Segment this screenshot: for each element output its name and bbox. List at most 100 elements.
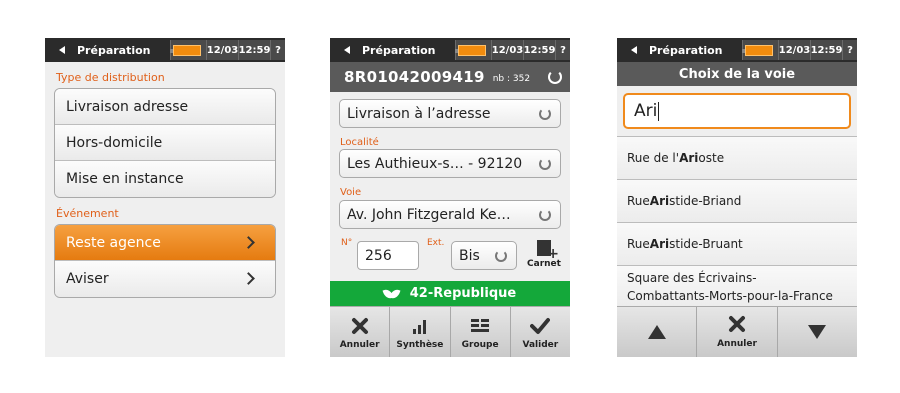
help-button[interactable]: ? <box>270 40 285 60</box>
voie-value: Av. John Fitzgerald Ke… <box>347 206 511 223</box>
number-label: N° <box>341 238 353 248</box>
event-label: Événement <box>56 207 119 220</box>
status-bar: Préparation 12/03 12:59 ? <box>330 38 570 62</box>
battery-icon <box>170 40 206 60</box>
status-date: 12/03 <box>491 40 523 60</box>
battery-icon <box>455 40 491 60</box>
back-arrow-icon <box>59 46 65 54</box>
status-time: 12:59 <box>238 40 270 60</box>
ext-label: Ext. <box>427 238 445 248</box>
validate-button[interactable]: Valider <box>511 307 570 357</box>
locality-value: Les Authieux-s… - 92120 <box>347 155 523 172</box>
chevron-right-icon <box>242 272 255 285</box>
result-line-1: Square des Écrivains- <box>627 270 757 285</box>
back-button[interactable]: Préparation <box>45 38 170 62</box>
item-count: nb : 352 <box>492 74 531 84</box>
cancel-label: Annuler <box>339 339 380 350</box>
address-screen: Préparation 12/03 12:59 ? 8R01042009419 … <box>330 38 570 357</box>
number-input[interactable]: 256 <box>357 241 419 270</box>
distribution-options: Livraison adresse Hors-domicile Mise en … <box>54 88 276 198</box>
back-arrow-icon <box>631 46 637 54</box>
group-icon <box>470 315 490 337</box>
street-search-input[interactable]: Ari <box>623 93 851 129</box>
search-value: Ari <box>634 101 658 121</box>
battery-icon <box>742 40 778 60</box>
navigation-toolbar: Annuler <box>617 306 857 357</box>
leaf-icon <box>384 288 400 300</box>
street-result-item[interactable]: Rue de l' Ari oste <box>617 136 857 179</box>
locality-select[interactable]: Les Authieux-s… - 92120 <box>339 149 561 178</box>
chevron-right-icon <box>242 236 255 249</box>
result-text-match: Ari <box>679 151 699 165</box>
cancel-label: Annuler <box>717 339 757 349</box>
carnet-button[interactable]: Carnet <box>522 238 566 274</box>
option-reste-agence[interactable]: Reste agence <box>55 225 275 261</box>
option-livraison-adresse[interactable]: Livraison adresse <box>55 89 275 125</box>
cancel-button[interactable]: Annuler <box>330 307 391 357</box>
status-time: 12:59 <box>523 40 555 60</box>
refresh-icon <box>539 158 551 170</box>
street-results-list: Rue de l' Ari oste Rue Ari stide-Briand Rue… <box>617 136 857 307</box>
group-button[interactable]: Groupe <box>451 307 511 357</box>
option-aviser-label: Aviser <box>66 271 109 287</box>
refresh-icon <box>539 209 551 221</box>
ext-select[interactable]: Bis <box>451 241 517 270</box>
voie-select[interactable]: Av. John Fitzgerald Ke… <box>339 200 561 229</box>
result-text-match: Ari <box>649 237 670 251</box>
validate-label: Valider <box>522 339 559 350</box>
result-text-pre: Rue de l' <box>627 151 680 165</box>
back-arrow-icon <box>344 46 350 54</box>
help-button[interactable]: ? <box>842 40 857 60</box>
back-button[interactable]: Préparation <box>617 38 742 62</box>
screen-title: Choix de la voie <box>617 62 857 86</box>
delivery-type-value: Livraison à l’adresse <box>347 105 491 122</box>
add-document-icon <box>537 240 559 262</box>
tournee-bar: 42-Republique <box>330 281 570 306</box>
delivery-type-select[interactable]: Livraison à l’adresse <box>339 99 561 128</box>
option-mise-en-instance[interactable]: Mise en instance <box>55 161 275 197</box>
option-hors-domicile[interactable]: Hors-domicile <box>55 125 275 161</box>
status-bar: Préparation 12/03 12:59 ? <box>617 38 857 62</box>
tournee-label: 42-Republique <box>409 286 517 301</box>
close-icon <box>351 315 369 337</box>
synthesis-button[interactable]: Synthèse <box>390 307 451 357</box>
checkmark-icon <box>530 315 551 337</box>
street-result-item[interactable]: Square des Écrivains- Combattants-Morts-… <box>617 265 857 307</box>
option-aviser[interactable]: Aviser <box>55 261 275 297</box>
tracking-number: 8R01042009419 <box>344 68 485 86</box>
scroll-up-button[interactable] <box>617 307 698 357</box>
status-date: 12/03 <box>778 40 810 60</box>
arrow-up-icon <box>647 325 666 339</box>
street-result-item[interactable]: Rue Ari stide-Bruant <box>617 222 857 265</box>
locality-label: Localité <box>340 137 379 148</box>
bar-chart-icon <box>411 315 429 337</box>
voie-label: Voie <box>340 187 362 198</box>
back-label: Préparation <box>649 43 723 57</box>
result-text-pre: Rue <box>627 194 650 208</box>
back-button[interactable]: Préparation <box>330 38 455 62</box>
scroll-down-button[interactable] <box>778 307 857 357</box>
tracking-header: 8R01042009419 nb : 352 <box>330 62 570 92</box>
status-bar: Préparation 12/03 12:59 ? <box>45 38 285 62</box>
help-button[interactable]: ? <box>555 40 570 60</box>
cancel-button[interactable]: Annuler <box>697 307 778 357</box>
street-result-item[interactable]: Rue Ari stide-Briand <box>617 179 857 222</box>
action-toolbar: Annuler Synthèse Groupe Valider <box>330 306 570 357</box>
refresh-icon[interactable] <box>548 70 562 84</box>
delivery-type-screen: Préparation 12/03 12:59 ? Type de distri… <box>45 38 285 357</box>
result-text-post: stide-Bruant <box>669 237 743 251</box>
back-label: Préparation <box>77 43 151 57</box>
option-reste-agence-label: Reste agence <box>66 234 161 251</box>
arrow-down-icon <box>808 325 827 339</box>
text-cursor <box>658 101 660 121</box>
result-text-post: oste <box>698 151 725 165</box>
street-choice-screen: Préparation 12/03 12:59 ? Choix de la vo… <box>617 38 857 357</box>
back-label: Préparation <box>362 43 436 57</box>
result-text-post: stide-Briand <box>669 194 742 208</box>
ext-value: Bis <box>459 247 480 264</box>
distribution-type-label: Type de distribution <box>56 71 165 84</box>
result-text-match: Ari <box>649 194 670 208</box>
status-time: 12:59 <box>810 40 842 60</box>
status-date: 12/03 <box>206 40 238 60</box>
result-line-2: Combattants-Morts-pour-la-France <box>627 288 833 303</box>
